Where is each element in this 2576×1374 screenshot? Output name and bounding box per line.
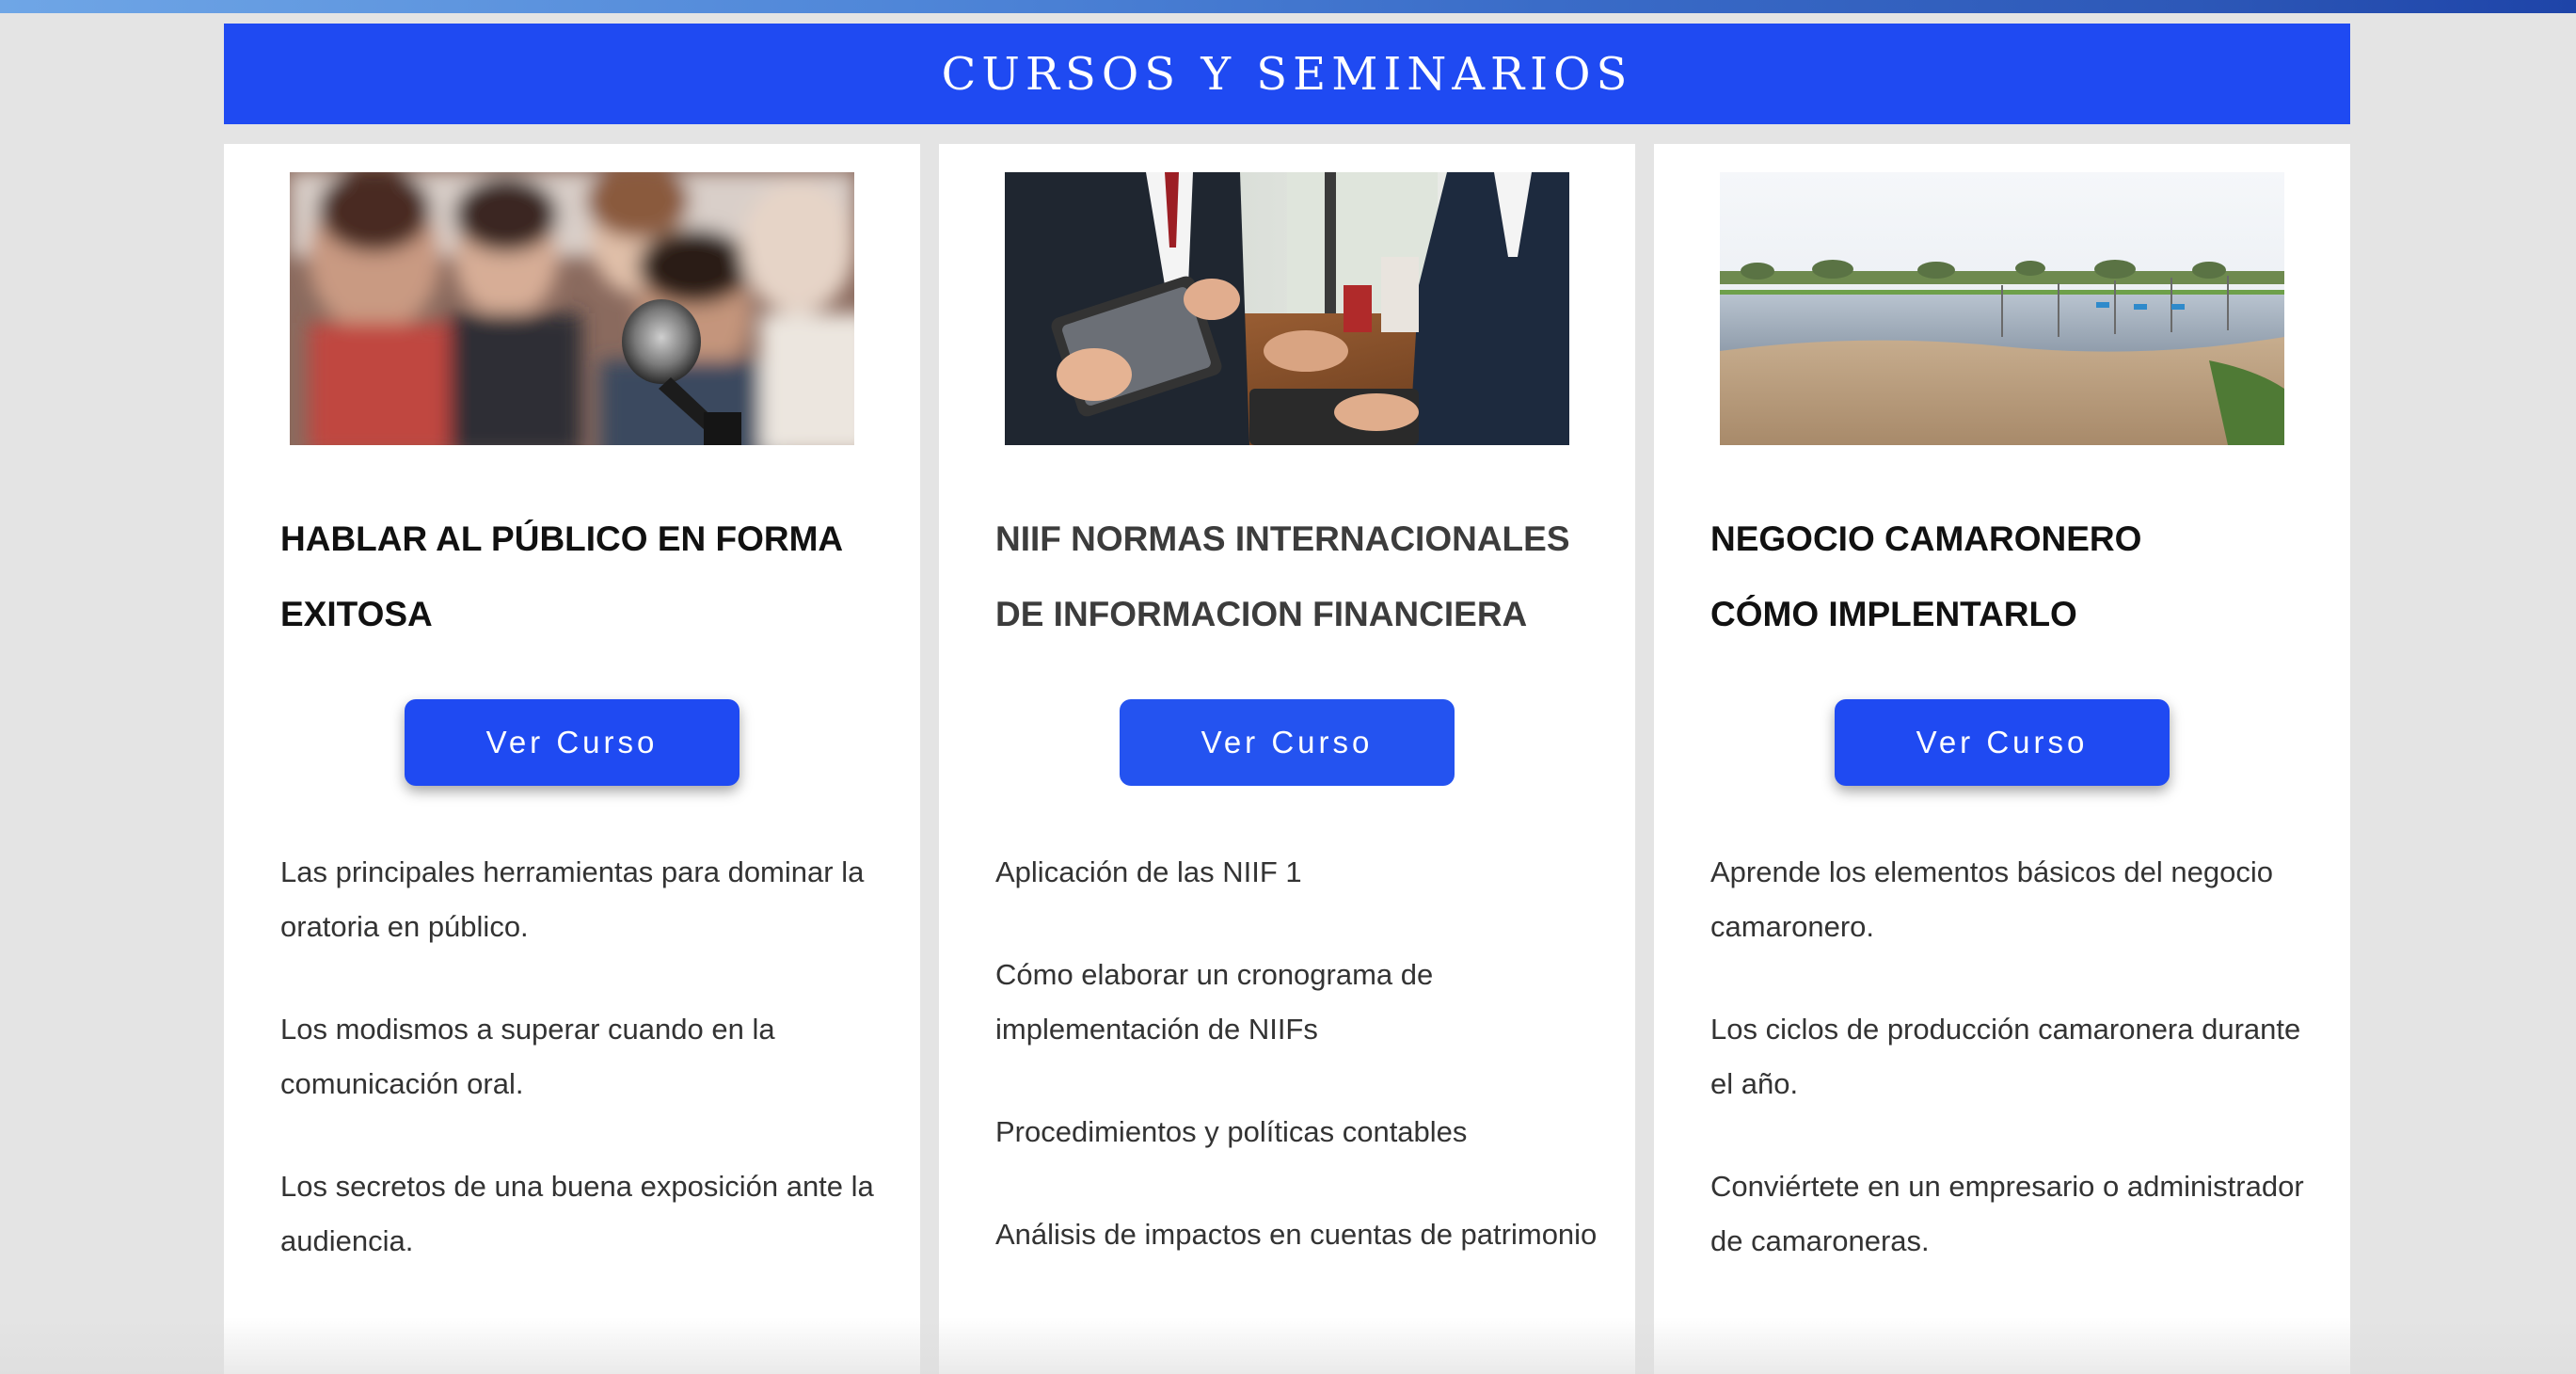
course-bullet: Conviértete en un empresario o administr… [1710, 1170, 2304, 1257]
course-bullet: Las principales herramientas para domina… [280, 855, 865, 943]
course-title: HABLAR AL PÚBLICO EN FORMA EXITOSA [280, 502, 883, 652]
course-cards: HABLAR AL PÚBLICO EN FORMA EXITOSA Ver C… [224, 144, 2350, 1374]
course-image [1720, 172, 2284, 445]
course-bullet: Cómo elaborar un cronograma de implement… [995, 958, 1434, 1046]
course-card: NIIF NORMAS INTERNACIONALES DE INFORMACI… [939, 144, 1635, 1374]
section-title: CURSOS Y SEMINARIOS [941, 47, 1633, 101]
course-card: NEGOCIO CAMARONERO CÓMO IMPLENTARLO Ver … [1654, 144, 2350, 1374]
audience-microphone-photo [290, 172, 854, 445]
top-gradient-strip [0, 0, 2576, 13]
course-bullet: Procedimientos y políticas contables [995, 1115, 1468, 1148]
course-bullet: Los secretos de una buena exposición ant… [280, 1170, 874, 1257]
ver-curso-button[interactable]: Ver Curso [1835, 699, 2170, 786]
course-title: NEGOCIO CAMARONERO CÓMO IMPLENTARLO [1710, 502, 2313, 652]
course-title-line: NEGOCIO CAMARONERO [1710, 519, 2142, 558]
course-image [290, 172, 854, 445]
course-bullet: Análisis de impactos en cuentas de patri… [995, 1218, 1598, 1251]
course-title-line: EXITOSA [280, 595, 433, 633]
course-bullet: Aplicación de las NIIF 1 [995, 855, 1302, 888]
business-meeting-photo [1005, 172, 1569, 445]
course-description: Aplicación de las NIIF 1 Cómo elaborar u… [995, 845, 1598, 1310]
ver-curso-button[interactable]: Ver Curso [405, 699, 739, 786]
course-description: Las principales herramientas para domina… [280, 845, 883, 1317]
course-title-line: HABLAR AL PÚBLICO EN FORMA [280, 519, 844, 558]
course-description: Aprende los elementos básicos del negoci… [1710, 845, 2313, 1317]
course-title-line: DE INFORMACION FINANCIERA [995, 595, 1528, 633]
course-title-line: CÓMO IMPLENTARLO [1710, 595, 2077, 633]
shrimp-pond-photo [1720, 172, 2284, 445]
course-bullet: Aprende los elementos básicos del negoci… [1710, 855, 2273, 943]
ver-curso-button[interactable]: Ver Curso [1120, 699, 1455, 786]
course-image [1005, 172, 1569, 445]
section-banner: CURSOS Y SEMINARIOS [224, 24, 2350, 124]
course-title-line: NIIF NORMAS INTERNACIONALES [995, 519, 1570, 558]
course-bullet: Los modismos a superar cuando en la comu… [280, 1013, 775, 1100]
course-bullet: Los ciclos de producción camaronera dura… [1710, 1013, 2301, 1100]
course-card: HABLAR AL PÚBLICO EN FORMA EXITOSA Ver C… [224, 144, 920, 1374]
course-title: NIIF NORMAS INTERNACIONALES DE INFORMACI… [995, 502, 1598, 652]
